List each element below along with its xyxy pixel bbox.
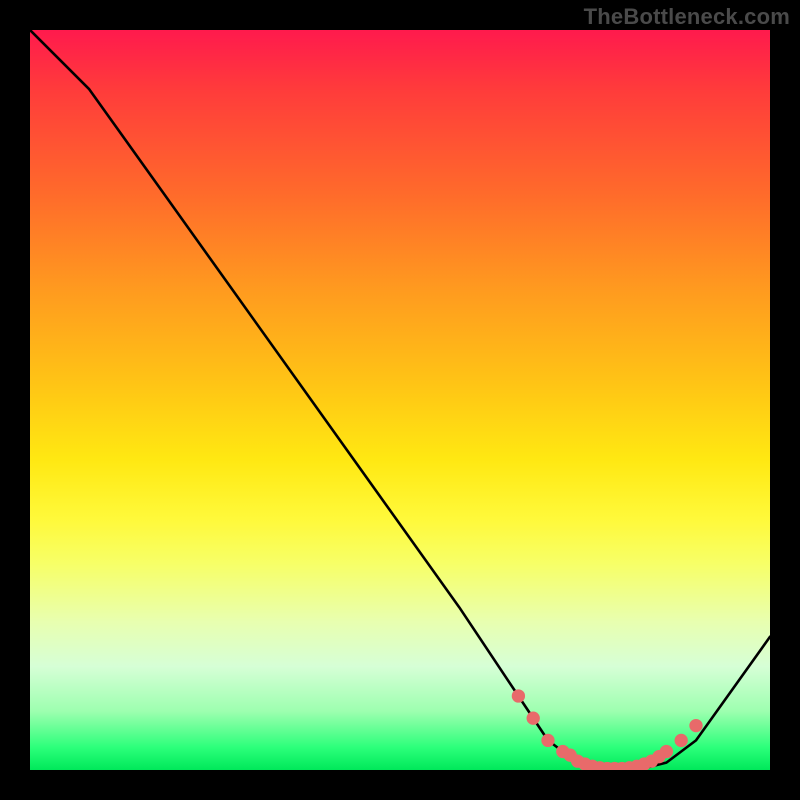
chart-frame: TheBottleneck.com	[0, 0, 800, 800]
marker-point	[541, 734, 554, 747]
chart-svg	[30, 30, 770, 770]
marker-point	[675, 734, 688, 747]
marker-point	[527, 712, 540, 725]
marker-point	[660, 745, 673, 758]
plot-area	[30, 30, 770, 770]
marker-point	[689, 719, 702, 732]
watermark-text: TheBottleneck.com	[584, 4, 790, 30]
bottleneck-curve	[30, 30, 770, 770]
marker-point	[512, 689, 525, 702]
